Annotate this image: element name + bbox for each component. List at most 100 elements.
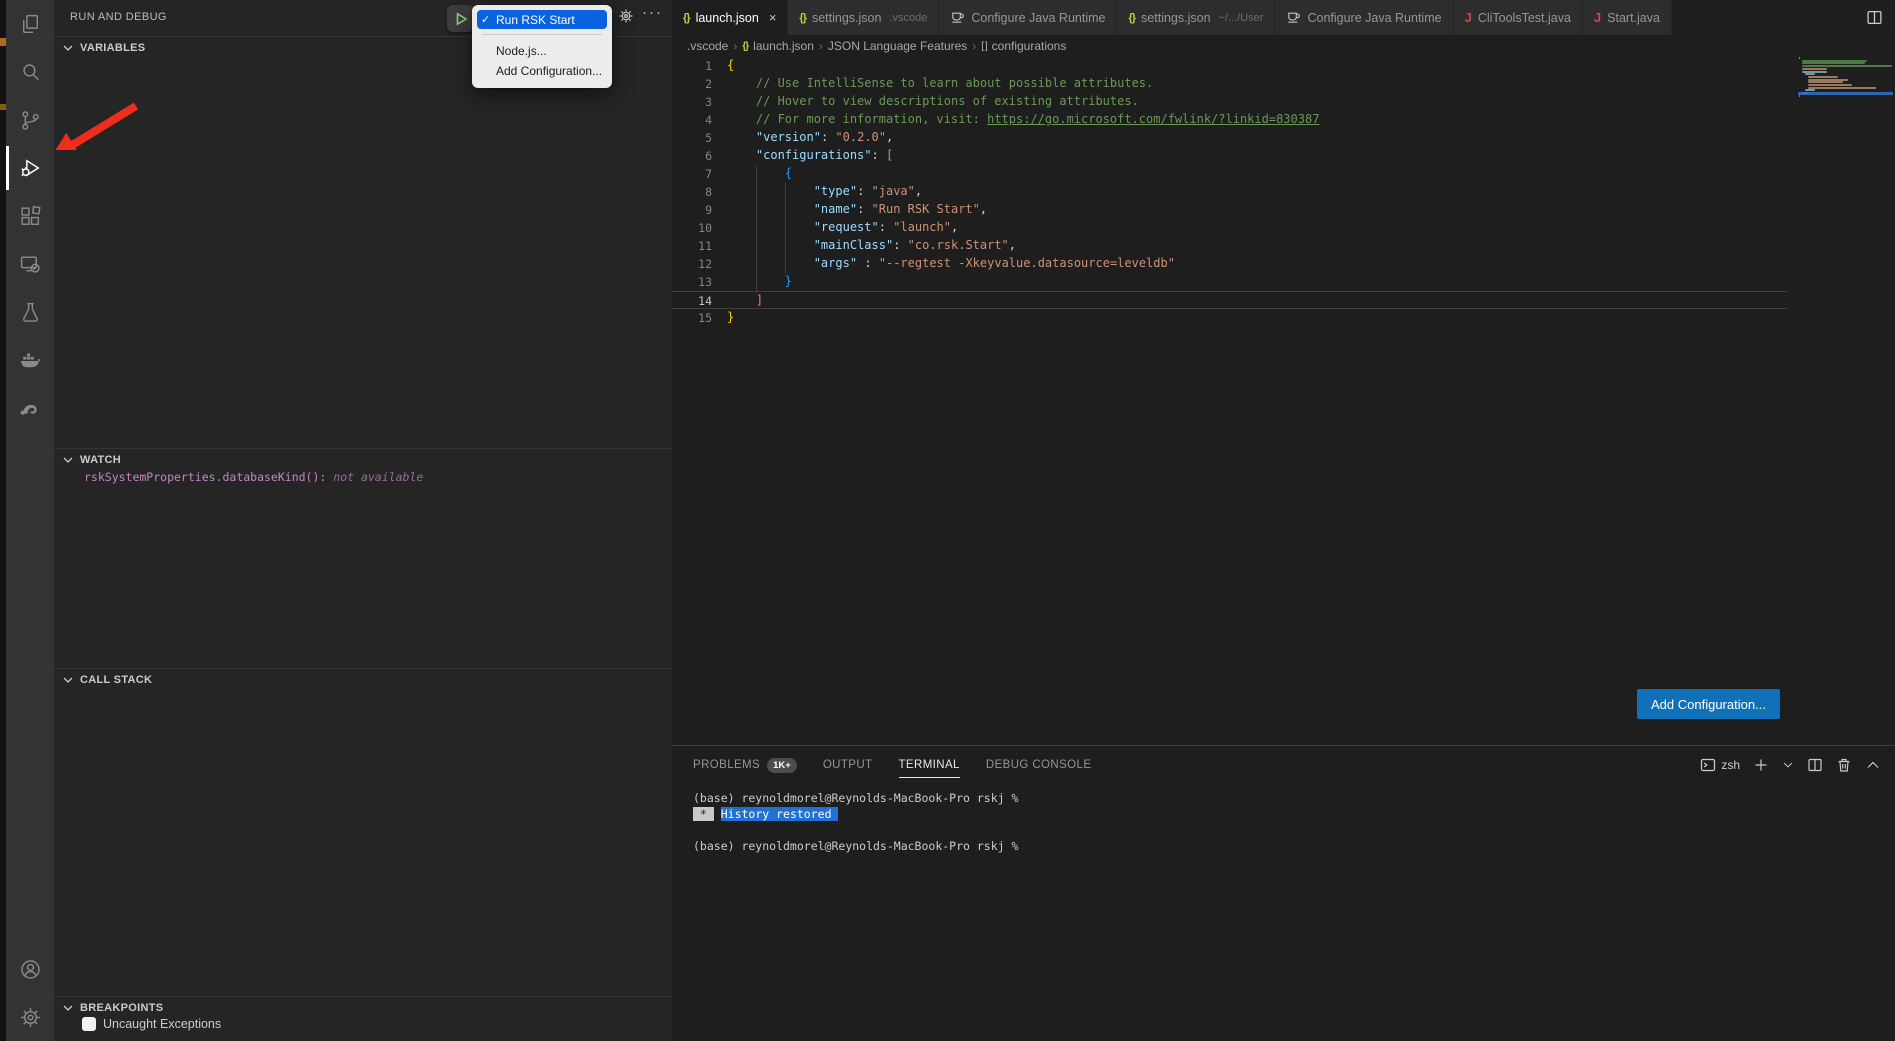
panel-header: PROBLEMS1K+ OUTPUT TERMINAL DEBUG CONSOLE z… — [672, 746, 1895, 784]
breadcrumb-item[interactable]: launch.json — [753, 39, 814, 53]
minimap-line — [1808, 81, 1843, 83]
panel-tab-terminal[interactable]: TERMINAL — [899, 746, 960, 784]
explorer-icon[interactable] — [6, 0, 54, 48]
terminal-output[interactable]: (base) reynoldmorel@Reynolds-MacBook-Pro… — [672, 784, 1895, 854]
code-line[interactable]: 2 // Use IntelliSense to learn about pos… — [672, 75, 1787, 93]
breadcrumb-item[interactable]: configurations — [992, 39, 1067, 53]
code-line[interactable]: 1{ — [672, 57, 1787, 75]
code-text: ] — [727, 292, 763, 308]
watch-value: not available — [333, 470, 423, 484]
code-text: // Use IntelliSense to learn about possi… — [727, 75, 1153, 93]
code-line[interactable]: 6 "configurations": [ — [672, 147, 1787, 165]
sidebar-title: RUN AND DEBUG — [70, 11, 167, 23]
code-line[interactable]: 7 { — [672, 165, 1787, 183]
terminal-dropdown-chevron-icon[interactable] — [1782, 759, 1794, 771]
tab-start-java[interactable]: JStart.java — [1583, 0, 1672, 35]
terminal-line: * History restored — [693, 806, 1895, 822]
code-line[interactable]: 11 "mainClass": "co.rsk.Start", — [672, 237, 1787, 255]
menu-item-label: Run RSK Start — [496, 13, 575, 27]
section-label: WATCH — [80, 454, 121, 466]
line-number: 8 — [672, 183, 712, 201]
tab-settings-json[interactable]: {}settings.json.vscode — [788, 0, 939, 35]
extensions-icon[interactable] — [6, 192, 54, 240]
settings-gear-icon[interactable] — [6, 993, 54, 1041]
breadcrumb-item[interactable]: JSON Language Features — [828, 39, 967, 53]
code-text: } — [727, 273, 792, 291]
code-line[interactable]: 4 // For more information, visit: https:… — [672, 111, 1787, 129]
minimap-line — [1802, 65, 1892, 67]
section-breakpoints[interactable]: BREAKPOINTS — [54, 996, 672, 1019]
code-line[interactable]: 15} — [672, 309, 1787, 327]
breadcrumb-item[interactable]: .vscode — [687, 39, 728, 53]
line-number: 3 — [672, 93, 712, 111]
line-number: 10 — [672, 219, 712, 237]
code-line[interactable]: 14 ] — [672, 291, 1787, 309]
json-icon: {} — [1128, 12, 1135, 24]
minimap-line — [1808, 87, 1876, 89]
json-icon: {} — [683, 12, 690, 24]
panel-tab-output[interactable]: OUTPUT — [823, 746, 873, 784]
section-call-stack[interactable]: CALL STACK — [54, 668, 672, 691]
menu-item-add-configuration-[interactable]: Add Configuration... — [472, 61, 612, 80]
remote-explorer-icon[interactable] — [6, 240, 54, 288]
code-text: "version": "0.2.0", — [727, 129, 893, 147]
gradle-icon[interactable] — [6, 384, 54, 432]
run-and-debug-sidebar: RUN AND DEBUG ··· VARIABLES WATCH rskSys… — [54, 0, 672, 1041]
search-icon[interactable] — [6, 48, 54, 96]
tab-settings-json[interactable]: {}settings.json~/.../User — [1117, 0, 1275, 35]
code-text: "args" : "--regtest -Xkeyvalue.datasourc… — [727, 255, 1175, 273]
tab-label: settings.json — [812, 11, 881, 25]
code-line[interactable]: 8 "type": "java", — [672, 183, 1787, 201]
minimap[interactable] — [1798, 57, 1893, 117]
line-number: 7 — [672, 165, 712, 183]
docker-icon[interactable] — [6, 336, 54, 384]
code-line[interactable]: 10 "request": "launch", — [672, 219, 1787, 237]
code-line[interactable]: 5 "version": "0.2.0", — [672, 129, 1787, 147]
watch-expression-row[interactable]: rskSystemProperties.databaseKind(): not … — [84, 470, 423, 484]
uncaught-exceptions-checkbox[interactable] — [82, 1017, 96, 1031]
launch-configuration-menu: ✓Run RSK Start Node.js...Add Configuratio… — [472, 5, 612, 88]
menu-item-run-rsk-start[interactable]: ✓Run RSK Start — [477, 10, 607, 29]
tab-configure-java-runtime[interactable]: Configure Java Runtime — [1275, 0, 1453, 35]
code-line[interactable]: 9 "name": "Run RSK Start", — [672, 201, 1787, 219]
panel-tab-debug-console[interactable]: DEBUG CONSOLE — [986, 746, 1092, 784]
start-debugging-play-button[interactable] — [447, 5, 474, 32]
minimap-line — [1799, 57, 1800, 59]
maximize-panel-chevron-icon[interactable] — [1865, 757, 1881, 773]
split-terminal-icon[interactable] — [1807, 757, 1823, 773]
terminal-profile[interactable]: zsh — [1700, 757, 1740, 773]
java-runtime-cup-icon — [1286, 9, 1301, 27]
panel-tabs: PROBLEMS1K+ OUTPUT TERMINAL DEBUG CONSOLE — [693, 746, 1117, 784]
section-label: BREAKPOINTS — [80, 1002, 163, 1014]
line-number: 13 — [672, 273, 712, 291]
new-terminal-icon[interactable] — [1753, 757, 1769, 773]
breadcrumb: .vscode›{}launch.json›JSON Language Feat… — [672, 35, 1895, 57]
testing-icon[interactable] — [6, 288, 54, 336]
split-editor-icon[interactable] — [1866, 0, 1895, 35]
launch-config-gear-icon[interactable] — [618, 8, 638, 28]
views-more-actions-icon[interactable]: ··· — [642, 4, 663, 21]
close-icon[interactable]: × — [769, 10, 777, 25]
code-line[interactable]: 12 "args" : "--regtest -Xkeyvalue.dataso… — [672, 255, 1787, 273]
source-control-icon[interactable] — [6, 96, 54, 144]
add-configuration-button[interactable]: Add Configuration... — [1637, 689, 1780, 719]
tab-clitoolstest-java[interactable]: JCliToolsTest.java — [1454, 0, 1583, 35]
tab-launch-json[interactable]: {}launch.json× — [672, 0, 788, 35]
shell-label: zsh — [1721, 758, 1740, 772]
tab-configure-java-runtime[interactable]: Configure Java Runtime — [939, 0, 1117, 35]
breadcrumb-separator: › — [972, 39, 976, 53]
editor-group: {}launch.json×{}settings.json.vscodeConf… — [672, 0, 1895, 1041]
vscode-window: RUN AND DEBUG ··· VARIABLES WATCH rskSys… — [0, 0, 1895, 1041]
menu-item-node-js-[interactable]: Node.js... — [472, 41, 612, 60]
json-icon: {} — [742, 41, 748, 52]
run-and-debug-icon[interactable] — [6, 144, 54, 192]
tab-detail: ~/.../User — [1219, 12, 1264, 24]
code-editor[interactable]: 1{2 // Use IntelliSense to learn about p… — [672, 57, 1895, 745]
kill-terminal-trash-icon[interactable] — [1836, 757, 1852, 773]
code-line[interactable]: 3 // Hover to view descriptions of exist… — [672, 93, 1787, 111]
accounts-icon[interactable] — [6, 945, 54, 993]
code-text: // For more information, visit: https://… — [727, 111, 1319, 129]
section-watch[interactable]: WATCH — [54, 448, 672, 471]
code-line[interactable]: 13 } — [672, 273, 1787, 291]
panel-tab-problems[interactable]: PROBLEMS1K+ — [693, 746, 797, 784]
